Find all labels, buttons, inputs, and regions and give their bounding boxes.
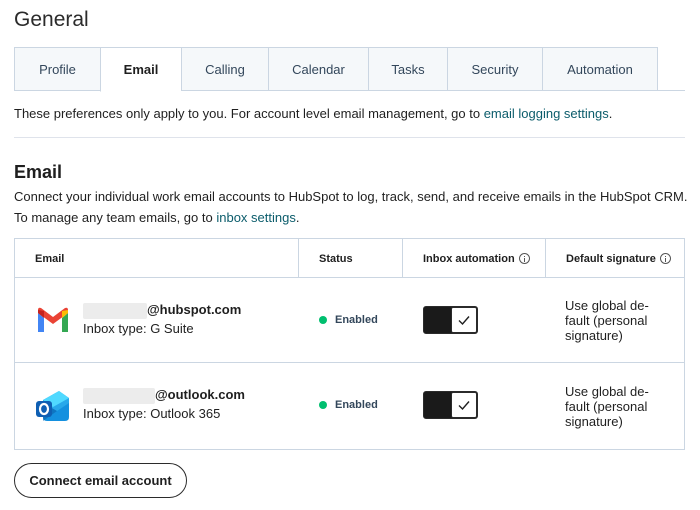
connect-email-account-button[interactable]: Connect email account [14, 463, 187, 498]
email-section-title: Email [14, 162, 63, 182]
section-divider [14, 137, 685, 138]
tab-automation[interactable]: Automation [542, 47, 658, 91]
tab-tasks[interactable]: Tasks [368, 47, 447, 91]
page-title: General [14, 8, 89, 31]
intro-text-body: These preferences only apply to you. For… [14, 106, 484, 121]
redacted-username [83, 387, 155, 404]
table-row: @outlook.com Inbox type: Outlook 365 Ena… [15, 363, 684, 449]
header-email: Email [15, 239, 298, 278]
email-domain: @hubspot.com [147, 302, 242, 317]
gmail-icon [38, 307, 68, 332]
default-signature: Use global de-fault (personal signature) [565, 298, 649, 343]
header-status: Status [298, 239, 402, 278]
status-text: Enabled [335, 314, 378, 326]
table-header-row: Email Status Inbox automation Default si… [15, 239, 684, 278]
inbox-type: Inbox type: G Suite [83, 321, 194, 336]
email-domain: @outlook.com [155, 387, 245, 402]
table-row: @hubspot.com Inbox type: G Suite Enabled… [15, 278, 684, 363]
inbox-automation-toggle[interactable] [423, 391, 478, 419]
toggle-knob [451, 392, 477, 418]
settings-tabs: Profile Email Calling Calendar Tasks Sec… [14, 47, 685, 92]
info-icon[interactable] [518, 253, 530, 264]
tab-email[interactable]: Email [100, 47, 181, 92]
tab-profile[interactable]: Profile [14, 47, 100, 91]
status-badge: Enabled [319, 399, 378, 411]
description-line-2-suffix: . [295, 210, 300, 225]
email-logging-settings-link[interactable]: email logging settings [484, 106, 609, 121]
outlook-icon [36, 391, 69, 421]
header-default-signature-label: Default signature [566, 252, 656, 265]
description-line-1: Connect your individual work email accou… [14, 189, 688, 204]
info-icon[interactable] [659, 253, 671, 264]
email-section-description: Connect your individual work email accou… [14, 186, 694, 228]
intro-suffix: . [608, 106, 613, 121]
inbox-type: Inbox type: Outlook 365 [83, 406, 221, 421]
description-line-2: To manage any team emails, go to inbox s… [14, 207, 694, 228]
checkmark-icon [458, 401, 470, 411]
status-text: Enabled [335, 399, 378, 411]
header-default-signature: Default signature [545, 239, 684, 278]
inbox-settings-link[interactable]: inbox settings [216, 210, 296, 225]
status-dot [319, 401, 327, 409]
status-badge: Enabled [319, 314, 378, 326]
email-address: @hubspot.com [83, 302, 241, 319]
header-inbox-automation-label: Inbox automation [423, 252, 515, 265]
checkmark-icon [458, 316, 470, 326]
status-dot [319, 316, 327, 324]
email-address: @outlook.com [83, 387, 245, 404]
intro-text: These preferences only apply to you. For… [14, 106, 612, 121]
tab-calendar[interactable]: Calendar [268, 47, 368, 91]
tab-security[interactable]: Security [447, 47, 542, 91]
tab-calling[interactable]: Calling [181, 47, 268, 91]
header-status-label: Status [319, 252, 353, 265]
inbox-automation-toggle[interactable] [423, 306, 478, 334]
toggle-knob [451, 307, 477, 333]
default-signature: Use global de-fault (personal signature) [565, 384, 649, 429]
description-line-2-text: To manage any team emails, go to [14, 210, 217, 225]
redacted-username [83, 302, 147, 319]
email-accounts-table: Email Status Inbox automation Default si… [14, 238, 685, 450]
header-email-label: Email [35, 252, 65, 265]
header-inbox-automation: Inbox automation [402, 239, 545, 278]
